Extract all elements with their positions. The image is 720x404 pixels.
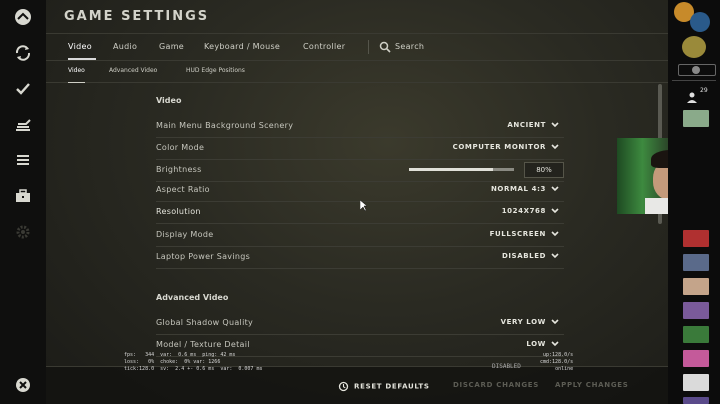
settings-tabs: Video Audio Game Keyboard / Mouse Contro… — [46, 33, 668, 61]
left-nav-rail — [0, 0, 47, 404]
netgraph-right: up:128.0/s cmd:128.0/s online — [540, 352, 574, 372]
chevron-down-icon — [551, 208, 559, 214]
discard-changes-button[interactable]: DISCARD CHANGES — [453, 381, 539, 389]
page-title: GAME SETTINGS — [64, 9, 210, 24]
friend-avatar[interactable] — [683, 278, 709, 295]
briefcase-icon[interactable] — [12, 185, 34, 207]
setting-value: 1024X768 — [501, 207, 546, 215]
setting-label: Resolution — [156, 207, 201, 216]
setting-global-shadow-quality[interactable]: Global Shadow Quality VERY LOW — [156, 312, 564, 335]
brightness-slider[interactable] — [409, 168, 514, 171]
chevron-down-icon — [551, 144, 559, 150]
tab-video[interactable]: Video — [68, 34, 96, 60]
check-icon[interactable] — [12, 78, 34, 100]
setting-value: COMPUTER MONITOR — [452, 143, 546, 151]
reset-icon — [338, 381, 349, 392]
mouse-cursor-icon — [360, 200, 368, 212]
inventory-icon[interactable] — [12, 114, 34, 136]
search-button[interactable]: Search — [379, 34, 424, 60]
level-badge-icon[interactable] — [682, 36, 706, 58]
setting-value: ANCIENT — [507, 121, 546, 129]
setting-value: DISABLED — [501, 252, 546, 260]
chevron-down-icon — [551, 253, 559, 259]
chevron-down-icon — [551, 231, 559, 237]
friend-avatar[interactable] — [683, 397, 709, 404]
friend-avatar[interactable] — [683, 254, 709, 271]
friend-avatar[interactable] — [683, 326, 709, 343]
setting-label: Model / Texture Detail — [156, 340, 250, 349]
gear-icon[interactable] — [12, 221, 34, 243]
apply-changes-button[interactable]: APPLY CHANGES — [555, 381, 629, 389]
setting-color-mode[interactable]: Color Mode COMPUTER MONITOR — [156, 137, 564, 160]
friends-icon[interactable] — [686, 88, 698, 103]
tab-audio[interactable]: Audio — [113, 34, 137, 60]
settings-subtabs: Video Advanced Video HUD Edge Positions — [46, 60, 668, 83]
play-icon[interactable] — [12, 6, 34, 28]
setting-main-menu-background[interactable]: Main Menu Background Scenery ANCIENT — [156, 115, 564, 138]
friend-avatar[interactable] — [683, 374, 709, 391]
profile-avatar[interactable] — [690, 12, 710, 32]
friend-avatar[interactable] — [683, 350, 709, 367]
setting-value: NORMAL 4:3 — [490, 185, 546, 193]
status-toggle[interactable] — [678, 64, 716, 76]
slider-fill — [409, 168, 493, 171]
setting-aspect-ratio[interactable]: Aspect Ratio NORMAL 4:3 — [156, 179, 564, 202]
setting-label: Main Menu Background Scenery — [156, 121, 294, 130]
tab-divider — [368, 40, 369, 54]
setting-label: Display Mode — [156, 230, 214, 239]
friend-avatar[interactable] — [683, 110, 709, 127]
brightness-value-field[interactable]: 80% — [524, 162, 564, 178]
friend-avatar[interactable] — [683, 302, 709, 319]
tab-keyboard-mouse[interactable]: Keyboard / Mouse — [204, 34, 280, 60]
search-label: Search — [395, 42, 425, 51]
subtab-hud-edge-positions[interactable]: HUD Edge Positions — [186, 60, 245, 82]
chevron-down-icon — [551, 186, 559, 192]
refresh-icon[interactable] — [12, 42, 34, 64]
setting-laptop-power-savings[interactable]: Laptop Power Savings DISABLED — [156, 246, 564, 269]
subtab-video[interactable]: Video — [68, 60, 85, 83]
friends-rail: 29 — [668, 0, 720, 404]
netgraph-left: fps: 344 var: 0.6 ms ping: 42 ms loss: 0… — [124, 352, 263, 372]
setting-value: FULLSCREEN — [489, 230, 546, 238]
chevron-down-icon — [551, 319, 559, 325]
settings-panel: GAME SETTINGS Video Audio Game Keyboard … — [46, 0, 668, 404]
setting-display-mode[interactable]: Display Mode FULLSCREEN — [156, 224, 564, 247]
setting-label: Aspect Ratio — [156, 185, 210, 194]
chevron-down-icon — [551, 341, 559, 347]
toggle-knob — [692, 66, 700, 74]
rail-divider — [672, 80, 716, 81]
close-icon[interactable] — [12, 374, 34, 396]
setting-label: Brightness — [156, 165, 202, 174]
search-icon — [379, 41, 391, 53]
subtab-advanced-video[interactable]: Advanced Video — [109, 60, 157, 82]
setting-value: VERY LOW — [500, 318, 546, 326]
section-title-advanced-video: Advanced Video — [156, 293, 229, 302]
friends-count: 29 — [700, 87, 708, 94]
setting-value: LOW — [526, 340, 546, 348]
reset-defaults-label: RESET DEFAULTS — [354, 382, 430, 391]
setting-label: Laptop Power Savings — [156, 252, 251, 261]
tab-controller[interactable]: Controller — [303, 34, 345, 60]
reset-defaults-button[interactable]: RESET DEFAULTS — [338, 381, 430, 392]
setting-label: Color Mode — [156, 143, 205, 152]
netgraph-partial-value: DISABLED — [492, 363, 521, 370]
chevron-down-icon — [551, 122, 559, 128]
tab-game[interactable]: Game — [159, 34, 184, 60]
friend-avatar[interactable] — [683, 230, 709, 247]
list-icon[interactable] — [12, 149, 34, 171]
setting-label: Global Shadow Quality — [156, 318, 254, 327]
section-title-video: Video — [156, 96, 182, 105]
